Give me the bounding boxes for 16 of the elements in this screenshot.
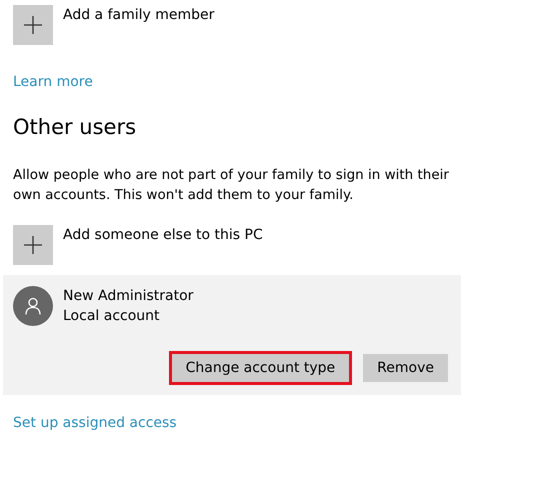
avatar-icon <box>13 286 53 326</box>
account-name: New Administrator <box>63 287 194 306</box>
plus-icon <box>24 236 42 254</box>
description: Allow people who are not part of your family to sign in with their own accounts. This won't add them to your family. <box>13 166 450 205</box>
section-heading: Other users <box>13 114 138 141</box>
add-button[interactable] <box>13 5 53 45</box>
add-family-label[interactable]: Add a family member <box>63 5 214 25</box>
assigned-access-link[interactable]: Set up assigned access <box>13 415 177 431</box>
learn-more-link[interactable]: Learn more <box>13 74 93 90</box>
account-type: Local account <box>63 307 161 326</box>
add-user-label[interactable]: Add someone else to this PC <box>63 225 263 245</box>
account-button[interactable]: Remove <box>360 351 451 385</box>
plus-icon <box>24 16 42 34</box>
account-card[interactable]: New Administrator Local account Change account type Remove <box>3 275 461 395</box>
account-button[interactable]: Change account type <box>168 351 352 385</box>
add-button[interactable] <box>13 225 53 265</box>
